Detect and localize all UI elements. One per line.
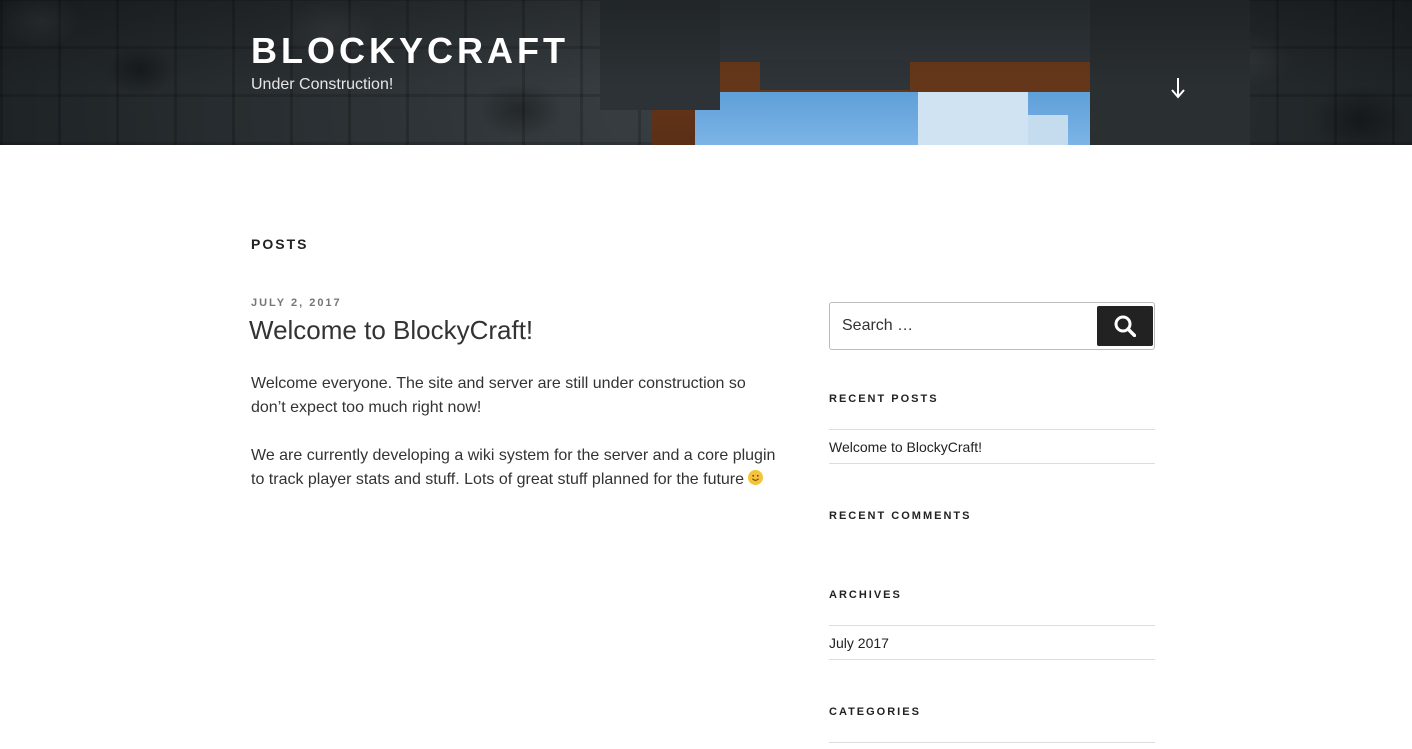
search-button[interactable]: [1097, 306, 1153, 346]
page-title: Posts: [251, 236, 309, 252]
search-icon: [1114, 315, 1136, 337]
categories-title: Categories: [829, 706, 921, 718]
post-paragraph-text: We are currently developing a wiki syste…: [251, 447, 776, 488]
post-paragraph: We are currently developing a wiki syste…: [251, 444, 781, 492]
archive-link[interactable]: July 2017: [829, 635, 889, 651]
arrow-down-icon: [1171, 78, 1185, 99]
site-title[interactable]: BlockyCraft: [251, 30, 569, 72]
categories-divider: [829, 742, 1155, 743]
post-paragraph: Welcome everyone. The site and server ar…: [251, 375, 746, 416]
recent-posts-title: Recent Posts: [829, 393, 939, 405]
post-date[interactable]: July 2, 2017: [251, 297, 342, 309]
site-header: BlockyCraft Under Construction!: [0, 0, 1412, 145]
recent-posts-list: Welcome to BlockyCraft!: [829, 429, 1155, 464]
recent-comments-title: Recent Comments: [829, 510, 972, 522]
scroll-down-button[interactable]: [1166, 76, 1190, 100]
header-shade: [0, 0, 1412, 145]
smiley-icon: [748, 470, 764, 485]
post-title[interactable]: Welcome to BlockyCraft!: [249, 315, 533, 346]
search-form: [829, 302, 1155, 350]
archives-title: Archives: [829, 589, 902, 601]
post-content: Welcome everyone. The site and server ar…: [251, 372, 781, 516]
list-item: Welcome to BlockyCraft!: [829, 429, 1155, 464]
list-item: July 2017: [829, 625, 1155, 660]
recent-post-link[interactable]: Welcome to BlockyCraft!: [829, 439, 982, 455]
archives-list: July 2017: [829, 625, 1155, 660]
search-input[interactable]: [830, 303, 1096, 349]
site-description: Under Construction!: [251, 76, 394, 93]
